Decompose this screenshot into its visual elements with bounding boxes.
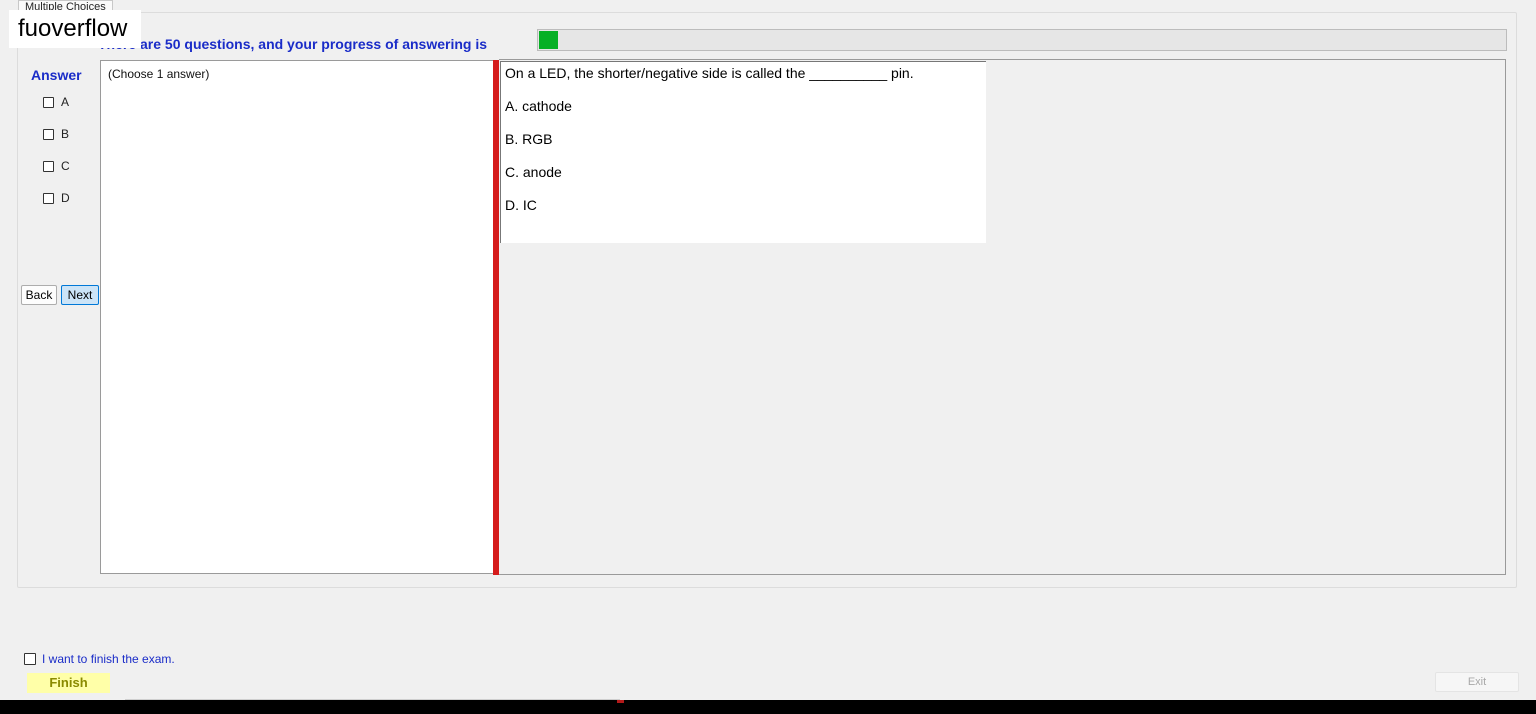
instruction-panel: (Choose 1 answer) [100, 60, 493, 574]
progress-bar [537, 29, 1507, 51]
question-answer-c: C. anode [505, 164, 562, 180]
exit-button[interactable]: Exit [1435, 672, 1519, 692]
answer-option-d[interactable]: D [43, 191, 70, 205]
option-label: A [61, 95, 70, 109]
instruction-text: (Choose 1 answer) [108, 67, 210, 81]
option-label: C [61, 159, 70, 173]
option-label: B [61, 127, 70, 141]
scrollbar-marker [617, 700, 624, 703]
next-button[interactable]: Next [61, 285, 99, 305]
finish-checkbox-label: I want to finish the exam. [42, 652, 175, 666]
question-text: On a LED, the shorter/negative side is c… [505, 65, 914, 81]
question-answer-b: B. RGB [505, 131, 553, 147]
watermark-logo: fuoverflow [9, 10, 141, 48]
finish-checkbox-box[interactable] [24, 653, 36, 665]
question-answer-a: A. cathode [505, 98, 572, 114]
answer-option-b[interactable]: B [43, 127, 69, 141]
finish-exam-checkbox[interactable]: I want to finish the exam. [24, 652, 175, 666]
question-box: On a LED, the shorter/negative side is c… [500, 61, 986, 243]
checkbox-d[interactable] [43, 192, 54, 204]
question-answer-d: D. IC [505, 197, 537, 213]
option-label: D [61, 191, 70, 205]
checkbox-b[interactable] [43, 128, 54, 140]
finish-button[interactable]: Finish [27, 673, 110, 693]
checkbox-c[interactable] [43, 160, 54, 172]
bottom-strip [0, 700, 1536, 714]
answer-option-c[interactable]: C [43, 159, 70, 173]
answer-heading: Answer [31, 67, 82, 83]
back-button[interactable]: Back [21, 285, 57, 305]
checkbox-a[interactable] [43, 96, 54, 108]
progress-text: There are 50 questions, and your progres… [98, 36, 487, 52]
answer-option-a[interactable]: A [43, 95, 69, 109]
progress-fill [539, 31, 558, 49]
